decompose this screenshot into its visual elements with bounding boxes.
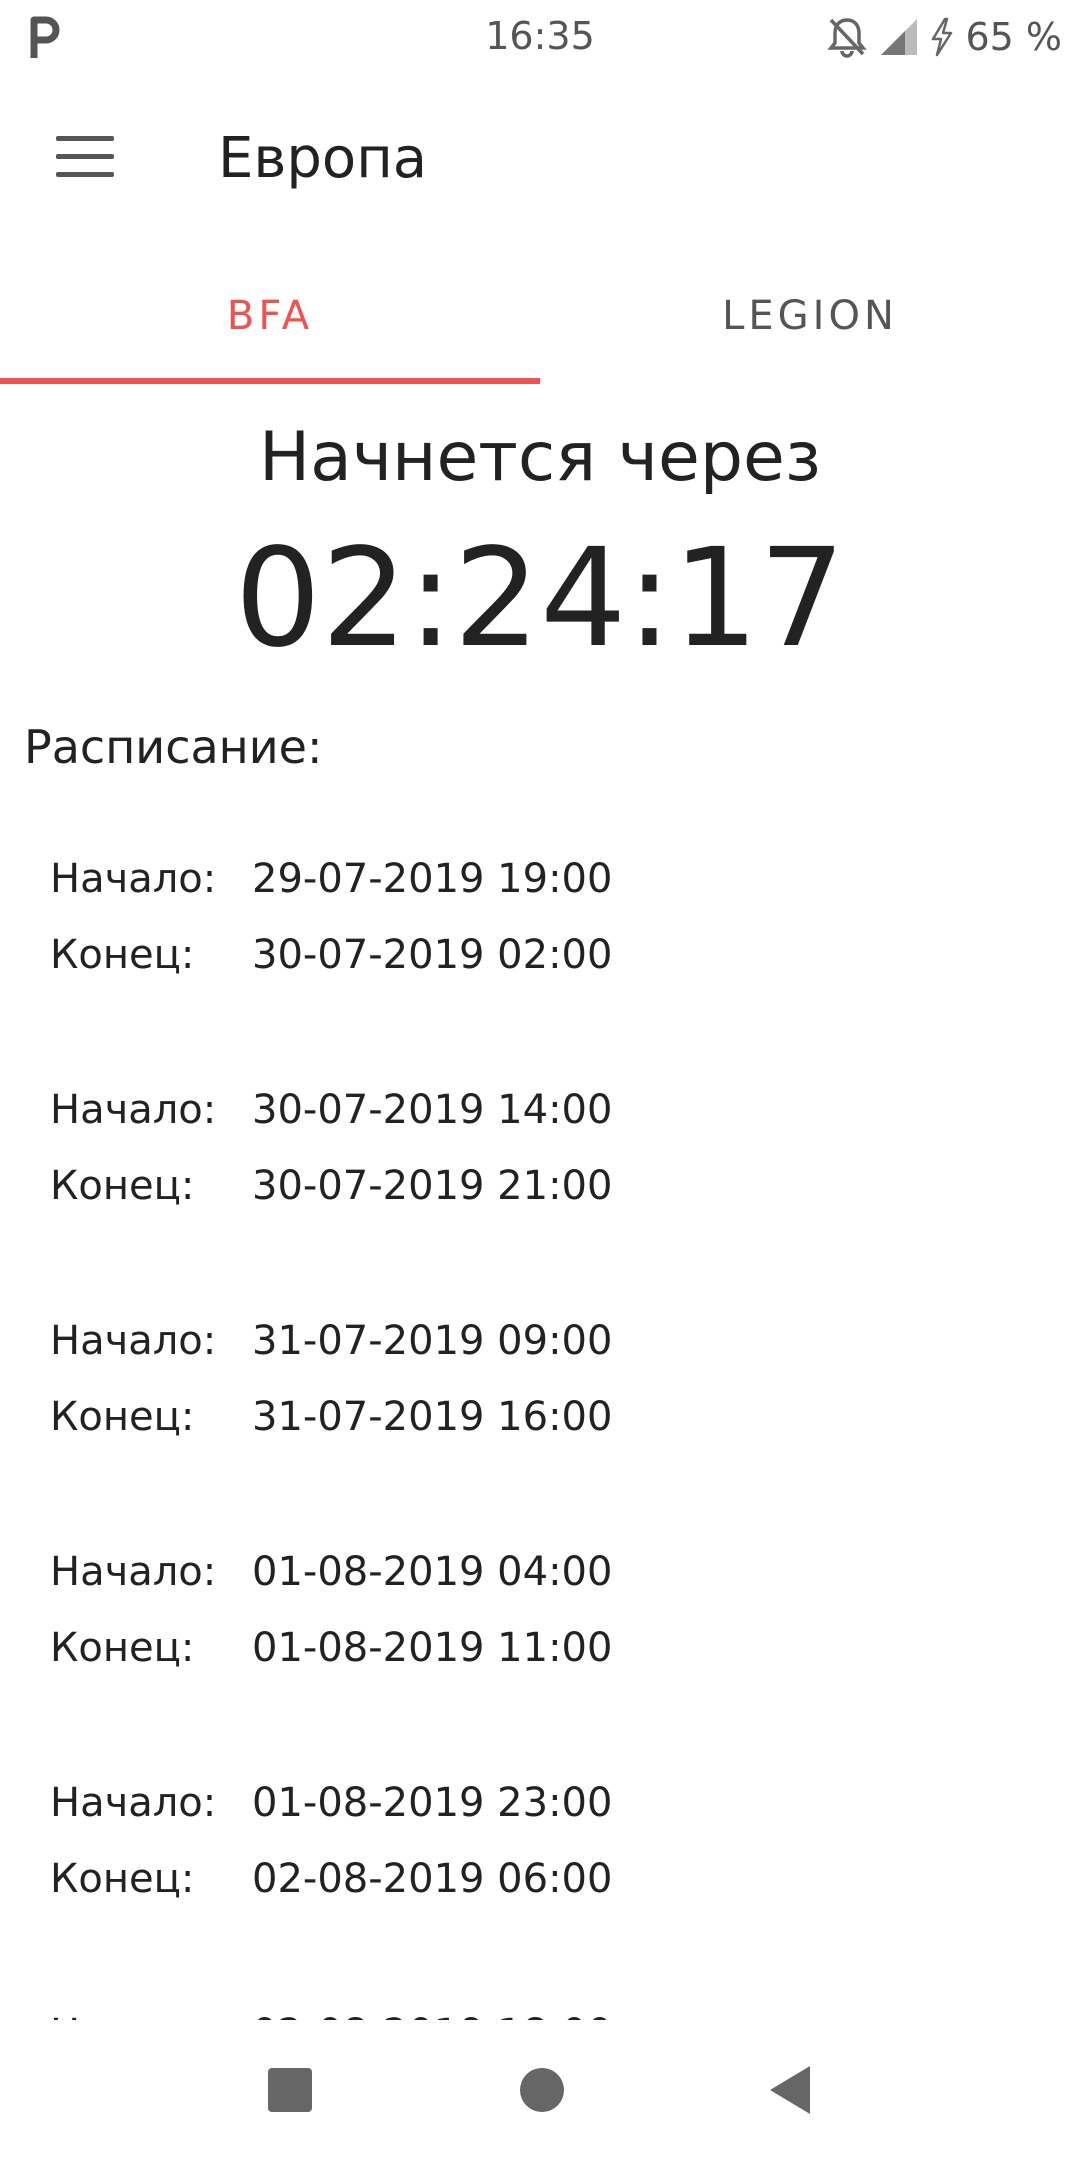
menu-icon[interactable] xyxy=(56,136,114,178)
recents-button[interactable] xyxy=(230,2020,350,2160)
end-value: 30-07-2019 21:00 xyxy=(252,1163,613,1209)
page-title: Европа xyxy=(218,126,428,191)
end-label: Конец: xyxy=(50,1856,195,1902)
charging-icon xyxy=(932,17,953,57)
schedule-entry: Начало: 29-07-2019 19:00 Конец: 30-07-20… xyxy=(0,856,1080,1016)
start-label: Начало: xyxy=(50,1318,217,1364)
end-value: 30-07-2019 02:00 xyxy=(252,932,613,978)
active-tab-indicator xyxy=(0,378,540,384)
start-label: Начало: xyxy=(50,2011,216,2020)
end-label: Конец: xyxy=(50,932,195,978)
status-bar: 16:35 65 % xyxy=(0,0,1080,76)
start-value: 31-07-2019 09:00 xyxy=(252,1318,613,1364)
schedule-list[interactable]: Начало: 29-07-2019 19:00 Конец: 30-07-20… xyxy=(0,800,1080,2020)
home-icon xyxy=(520,2068,564,2112)
back-button[interactable] xyxy=(730,2020,850,2160)
back-icon xyxy=(770,2066,810,2114)
tab-bfa[interactable]: BFA xyxy=(0,246,540,386)
start-label: Начало: xyxy=(50,1780,217,1826)
end-label: Конец: xyxy=(50,1394,195,1440)
tab-legion[interactable]: LEGION xyxy=(540,246,1080,386)
end-label: Конец: xyxy=(50,1625,195,1671)
nav-bar xyxy=(0,2020,1080,2160)
schedule-entry: Начало: 30-07-2019 14:00 Конец: 30-07-20… xyxy=(0,1087,1080,1247)
end-label: Конец: xyxy=(50,1163,195,1209)
start-value: 29-07-2019 19:00 xyxy=(252,856,613,902)
app-bar: Европа xyxy=(0,76,1080,246)
countdown-timer: 02:24:17 xyxy=(234,520,846,678)
end-value: 01-08-2019 11:00 xyxy=(252,1625,613,1671)
schedule-entry: Начало: 02-08-2019 18:00 xyxy=(0,2011,1080,2020)
tab-bar: BFA LEGION xyxy=(0,246,1080,386)
end-value: 02-08-2019 06:00 xyxy=(252,1856,613,1902)
countdown-label: Начнется через xyxy=(259,418,821,497)
signal-icon xyxy=(881,19,918,55)
start-label: Начало: xyxy=(50,1549,217,1595)
start-value: 30-07-2019 14:00 xyxy=(252,1087,613,1133)
battery-percent: 65 % xyxy=(965,15,1062,59)
end-value: 31-07-2019 16:00 xyxy=(252,1394,613,1440)
start-label: Начало: xyxy=(50,856,217,902)
home-button[interactable] xyxy=(482,2020,602,2160)
start-value: 01-08-2019 23:00 xyxy=(252,1780,613,1826)
start-value: 01-08-2019 04:00 xyxy=(252,1549,613,1595)
schedule-entry: Начало: 31-07-2019 09:00 Конец: 31-07-20… xyxy=(0,1318,1080,1478)
start-label: Начало: xyxy=(50,1087,217,1133)
start-value: 02-08-2019 18:00 xyxy=(252,2011,612,2020)
schedule-entry: Начало: 01-08-2019 23:00 Конец: 02-08-20… xyxy=(0,1780,1080,1940)
recents-icon xyxy=(268,2068,312,2112)
notifications-off-icon xyxy=(827,18,868,58)
schedule-heading: Расписание: xyxy=(24,720,323,774)
schedule-entry: Начало: 01-08-2019 04:00 Конец: 01-08-20… xyxy=(0,1549,1080,1709)
